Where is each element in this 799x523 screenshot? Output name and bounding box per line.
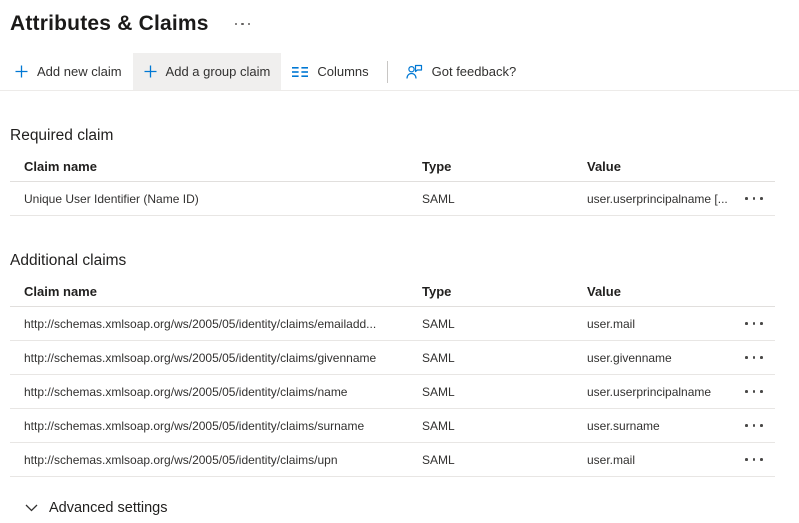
value-cell: user.mail bbox=[587, 453, 745, 467]
page-context-menu-button[interactable] bbox=[231, 19, 255, 30]
row-context-menu-button[interactable] bbox=[745, 420, 763, 431]
required-claim-table: Claim name Type Value Unique User Identi… bbox=[10, 152, 775, 216]
type-cell: SAML bbox=[422, 351, 587, 365]
columns-label: Columns bbox=[317, 64, 368, 79]
row-context-menu-button[interactable] bbox=[745, 386, 763, 397]
ellipsis-icon bbox=[745, 356, 748, 359]
row-context-menu-button[interactable] bbox=[745, 193, 763, 204]
claim-name-cell: http://schemas.xmlsoap.org/ws/2005/05/id… bbox=[10, 351, 422, 365]
ellipsis-icon bbox=[745, 322, 748, 325]
column-header-value: Value bbox=[587, 284, 745, 299]
column-header-claim-name: Claim name bbox=[10, 284, 422, 299]
table-header-row: Claim name Type Value bbox=[10, 152, 775, 182]
type-cell: SAML bbox=[422, 419, 587, 433]
advanced-settings-toggle[interactable]: Advanced settings bbox=[25, 500, 168, 516]
add-new-claim-label: Add new claim bbox=[37, 64, 122, 79]
column-header-type: Type bbox=[422, 284, 587, 299]
additional-claims-table: Claim name Type Value http://schemas.xml… bbox=[10, 277, 775, 477]
chevron-down-icon bbox=[25, 504, 38, 512]
value-cell: user.userprincipalname [... bbox=[587, 192, 745, 206]
type-cell: SAML bbox=[422, 192, 587, 206]
row-context-menu-button[interactable] bbox=[745, 352, 763, 363]
columns-icon bbox=[292, 66, 308, 78]
advanced-settings-label: Advanced settings bbox=[49, 500, 168, 516]
ellipsis-icon bbox=[745, 390, 748, 393]
additional-claims-heading: Additional claims bbox=[10, 251, 799, 271]
column-header-type: Type bbox=[422, 159, 587, 174]
attributes-claims-page: Attributes & Claims Add new claim Add a … bbox=[0, 0, 799, 523]
type-cell: SAML bbox=[422, 385, 587, 399]
got-feedback-label: Got feedback? bbox=[432, 64, 517, 79]
add-group-claim-label: Add a group claim bbox=[166, 64, 271, 79]
value-cell: user.userprincipalname bbox=[587, 385, 745, 399]
type-cell: SAML bbox=[422, 453, 587, 467]
plus-icon bbox=[15, 65, 28, 78]
plus-icon bbox=[144, 65, 157, 78]
claim-name-cell: Unique User Identifier (Name ID) bbox=[10, 192, 422, 206]
command-bar: Add new claim Add a group claim Columns bbox=[0, 53, 799, 91]
ellipsis-icon bbox=[745, 424, 748, 427]
row-context-menu-button[interactable] bbox=[745, 454, 763, 465]
claim-name-cell: http://schemas.xmlsoap.org/ws/2005/05/id… bbox=[10, 453, 422, 467]
got-feedback-button[interactable]: Got feedback? bbox=[395, 53, 528, 90]
row-context-menu-button[interactable] bbox=[745, 318, 763, 329]
feedback-icon bbox=[406, 64, 423, 80]
claim-name-cell: http://schemas.xmlsoap.org/ws/2005/05/id… bbox=[10, 317, 422, 331]
table-row[interactable]: Unique User Identifier (Name ID) SAML us… bbox=[10, 182, 775, 216]
column-header-claim-name: Claim name bbox=[10, 159, 422, 174]
ellipsis-icon bbox=[745, 458, 748, 461]
type-cell: SAML bbox=[422, 317, 587, 331]
table-row[interactable]: http://schemas.xmlsoap.org/ws/2005/05/id… bbox=[10, 307, 775, 341]
value-cell: user.surname bbox=[587, 419, 745, 433]
columns-button[interactable]: Columns bbox=[281, 53, 379, 90]
add-new-claim-button[interactable]: Add new claim bbox=[4, 53, 133, 90]
page-header: Attributes & Claims bbox=[0, 0, 799, 38]
table-row[interactable]: http://schemas.xmlsoap.org/ws/2005/05/id… bbox=[10, 375, 775, 409]
column-header-value: Value bbox=[587, 159, 745, 174]
value-cell: user.mail bbox=[587, 317, 745, 331]
claim-name-cell: http://schemas.xmlsoap.org/ws/2005/05/id… bbox=[10, 419, 422, 433]
add-group-claim-button[interactable]: Add a group claim bbox=[133, 53, 282, 90]
required-claim-heading: Required claim bbox=[10, 126, 799, 146]
ellipsis-icon bbox=[745, 197, 748, 200]
table-row[interactable]: http://schemas.xmlsoap.org/ws/2005/05/id… bbox=[10, 443, 775, 477]
toolbar-divider bbox=[387, 61, 388, 83]
claim-name-cell: http://schemas.xmlsoap.org/ws/2005/05/id… bbox=[10, 385, 422, 399]
value-cell: user.givenname bbox=[587, 351, 745, 365]
ellipsis-icon bbox=[235, 23, 238, 26]
table-row[interactable]: http://schemas.xmlsoap.org/ws/2005/05/id… bbox=[10, 409, 775, 443]
table-row[interactable]: http://schemas.xmlsoap.org/ws/2005/05/id… bbox=[10, 341, 775, 375]
page-title: Attributes & Claims bbox=[10, 10, 209, 38]
table-header-row: Claim name Type Value bbox=[10, 277, 775, 307]
